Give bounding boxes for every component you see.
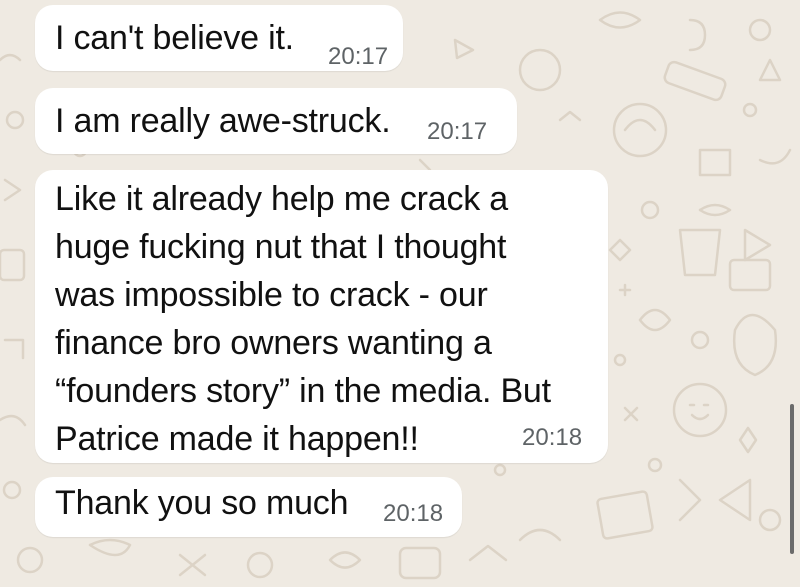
- chat-area[interactable]: I can't believe it. 20:17 I am really aw…: [0, 0, 800, 587]
- message-bubble[interactable]: I am really awe-struck. 20:17: [35, 88, 517, 154]
- message-timestamp: 20:17: [328, 43, 389, 70]
- message-bubble[interactable]: I can't believe it. 20:17: [35, 5, 403, 71]
- message-text: I can't believe it.: [55, 19, 294, 57]
- message-timestamp: 20:17: [427, 118, 488, 145]
- message-bubble[interactable]: Like it already help me crack a huge fuc…: [35, 170, 608, 463]
- message-bubble[interactable]: Thank you so much 20:18: [35, 477, 462, 537]
- message-timestamp: 20:18: [383, 500, 444, 527]
- message-timestamp: 20:18: [522, 424, 583, 451]
- message-text: Thank you so much: [55, 484, 349, 522]
- message-text: Like it already help me crack a huge fuc…: [55, 180, 551, 458]
- chat-scrollbar[interactable]: [790, 404, 794, 554]
- message-text: I am really awe-struck.: [55, 102, 391, 140]
